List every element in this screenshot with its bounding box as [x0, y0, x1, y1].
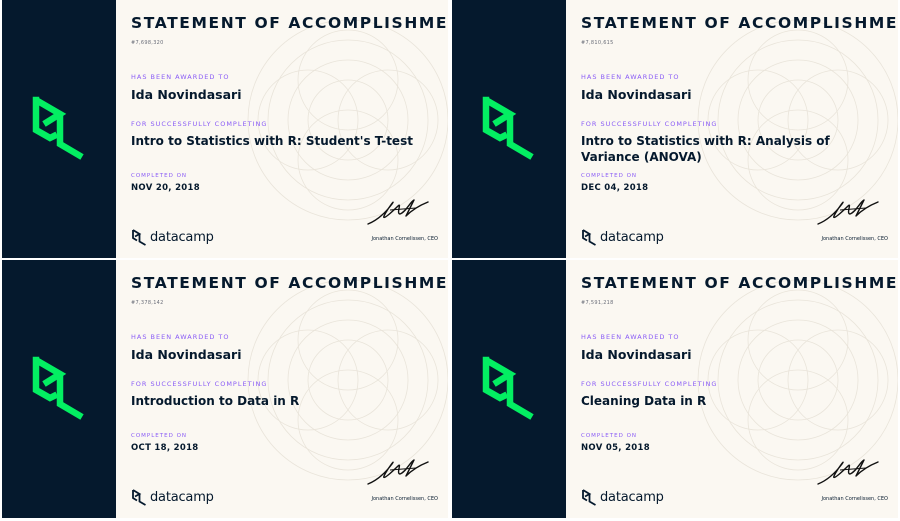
cert-heading: STATEMENT OF ACCOMPLISHMENT: [131, 14, 448, 32]
cert-sidebar: [452, 0, 566, 258]
signature-icon: [366, 454, 430, 492]
completing-label: FOR SUCCESSFULLY COMPLETING: [581, 380, 718, 388]
cert-sidebar: [452, 260, 566, 518]
datacamp-mark-icon: [480, 354, 538, 424]
datacamp-logo: datacamp: [131, 488, 214, 506]
datacamp-wordmark: datacamp: [150, 229, 214, 245]
completion-date: OCT 18, 2018: [131, 443, 199, 453]
recipient-name: Ida Novindasari: [131, 87, 242, 102]
recipient-name: Ida Novindasari: [131, 347, 242, 362]
cert-heading: STATEMENT OF ACCOMPLISHMENT: [581, 14, 898, 32]
completion-date: NOV 20, 2018: [131, 183, 200, 193]
signature-icon: [366, 194, 430, 232]
datacamp-mark-icon: [30, 354, 88, 424]
datacamp-logo: datacamp: [131, 228, 214, 246]
datacamp-wordmark: datacamp: [150, 489, 214, 505]
datacamp-logo-icon: [581, 228, 600, 246]
datacamp-logo-icon: [131, 228, 150, 246]
completed-label: COMPLETED ON: [581, 173, 638, 179]
datacamp-mark-icon: [480, 94, 538, 164]
awarded-label: HAS BEEN AWARDED TO: [581, 73, 680, 81]
cert-heading: STATEMENT OF ACCOMPLISHMENT: [131, 274, 448, 292]
certificate: STATEMENT OF ACCOMPLISHMENT #7,591,218 H…: [452, 260, 898, 518]
course-title: Intro to Statistics with R: Analysis of …: [581, 134, 830, 164]
completing-label: FOR SUCCESSFULLY COMPLETING: [131, 380, 268, 388]
signer-name: Jonathan Cornelissen, CEO: [371, 496, 438, 502]
awarded-label: HAS BEEN AWARDED TO: [131, 333, 230, 341]
datacamp-mark-icon: [30, 94, 88, 164]
datacamp-wordmark: datacamp: [600, 489, 664, 505]
cert-sidebar: [2, 260, 116, 518]
certificate: STATEMENT OF ACCOMPLISHMENT #7,378,142 H…: [2, 260, 448, 518]
cert-heading: STATEMENT OF ACCOMPLISHMENT: [581, 274, 898, 292]
signer-name: Jonathan Cornelissen, CEO: [821, 496, 888, 502]
cert-body: STATEMENT OF ACCOMPLISHMENT #7,378,142 H…: [116, 260, 448, 518]
certificate: STATEMENT OF ACCOMPLISHMENT #7,810,615 H…: [452, 0, 898, 258]
recipient-name: Ida Novindasari: [581, 87, 692, 102]
awarded-label: HAS BEEN AWARDED TO: [131, 73, 230, 81]
datacamp-wordmark: datacamp: [600, 229, 664, 245]
cert-id: #7,810,615: [581, 40, 614, 46]
cert-id: #7,591,218: [581, 300, 614, 306]
cert-sidebar: [2, 0, 116, 258]
completing-label: FOR SUCCESSFULLY COMPLETING: [131, 120, 268, 128]
datacamp-logo: datacamp: [581, 488, 664, 506]
completion-date: NOV 05, 2018: [581, 443, 650, 453]
completed-label: COMPLETED ON: [131, 173, 188, 179]
signature-icon: [816, 194, 880, 232]
cert-body: STATEMENT OF ACCOMPLISHMENT #7,591,218 H…: [566, 260, 898, 518]
cert-body: STATEMENT OF ACCOMPLISHMENT #7,810,615 H…: [566, 0, 898, 258]
completion-date: DEC 04, 2018: [581, 183, 649, 193]
course-title: Intro to Statistics with R: Student's T-…: [131, 134, 413, 148]
cert-id: #7,378,142: [131, 300, 164, 306]
awarded-label: HAS BEEN AWARDED TO: [581, 333, 680, 341]
datacamp-logo-icon: [581, 488, 600, 506]
completing-label: FOR SUCCESSFULLY COMPLETING: [581, 120, 718, 128]
signer-name: Jonathan Cornelissen, CEO: [821, 236, 888, 242]
course-title: Introduction to Data in R: [131, 394, 300, 408]
certificate: STATEMENT OF ACCOMPLISHMENT #7,698,320 H…: [2, 0, 448, 258]
completed-label: COMPLETED ON: [131, 433, 188, 439]
datacamp-logo: datacamp: [581, 228, 664, 246]
completed-label: COMPLETED ON: [581, 433, 638, 439]
signature-icon: [816, 454, 880, 492]
recipient-name: Ida Novindasari: [581, 347, 692, 362]
cert-body: STATEMENT OF ACCOMPLISHMENT #7,698,320 H…: [116, 0, 448, 258]
signer-name: Jonathan Cornelissen, CEO: [371, 236, 438, 242]
course-title: Cleaning Data in R: [581, 394, 707, 408]
datacamp-logo-icon: [131, 488, 150, 506]
cert-id: #7,698,320: [131, 40, 164, 46]
